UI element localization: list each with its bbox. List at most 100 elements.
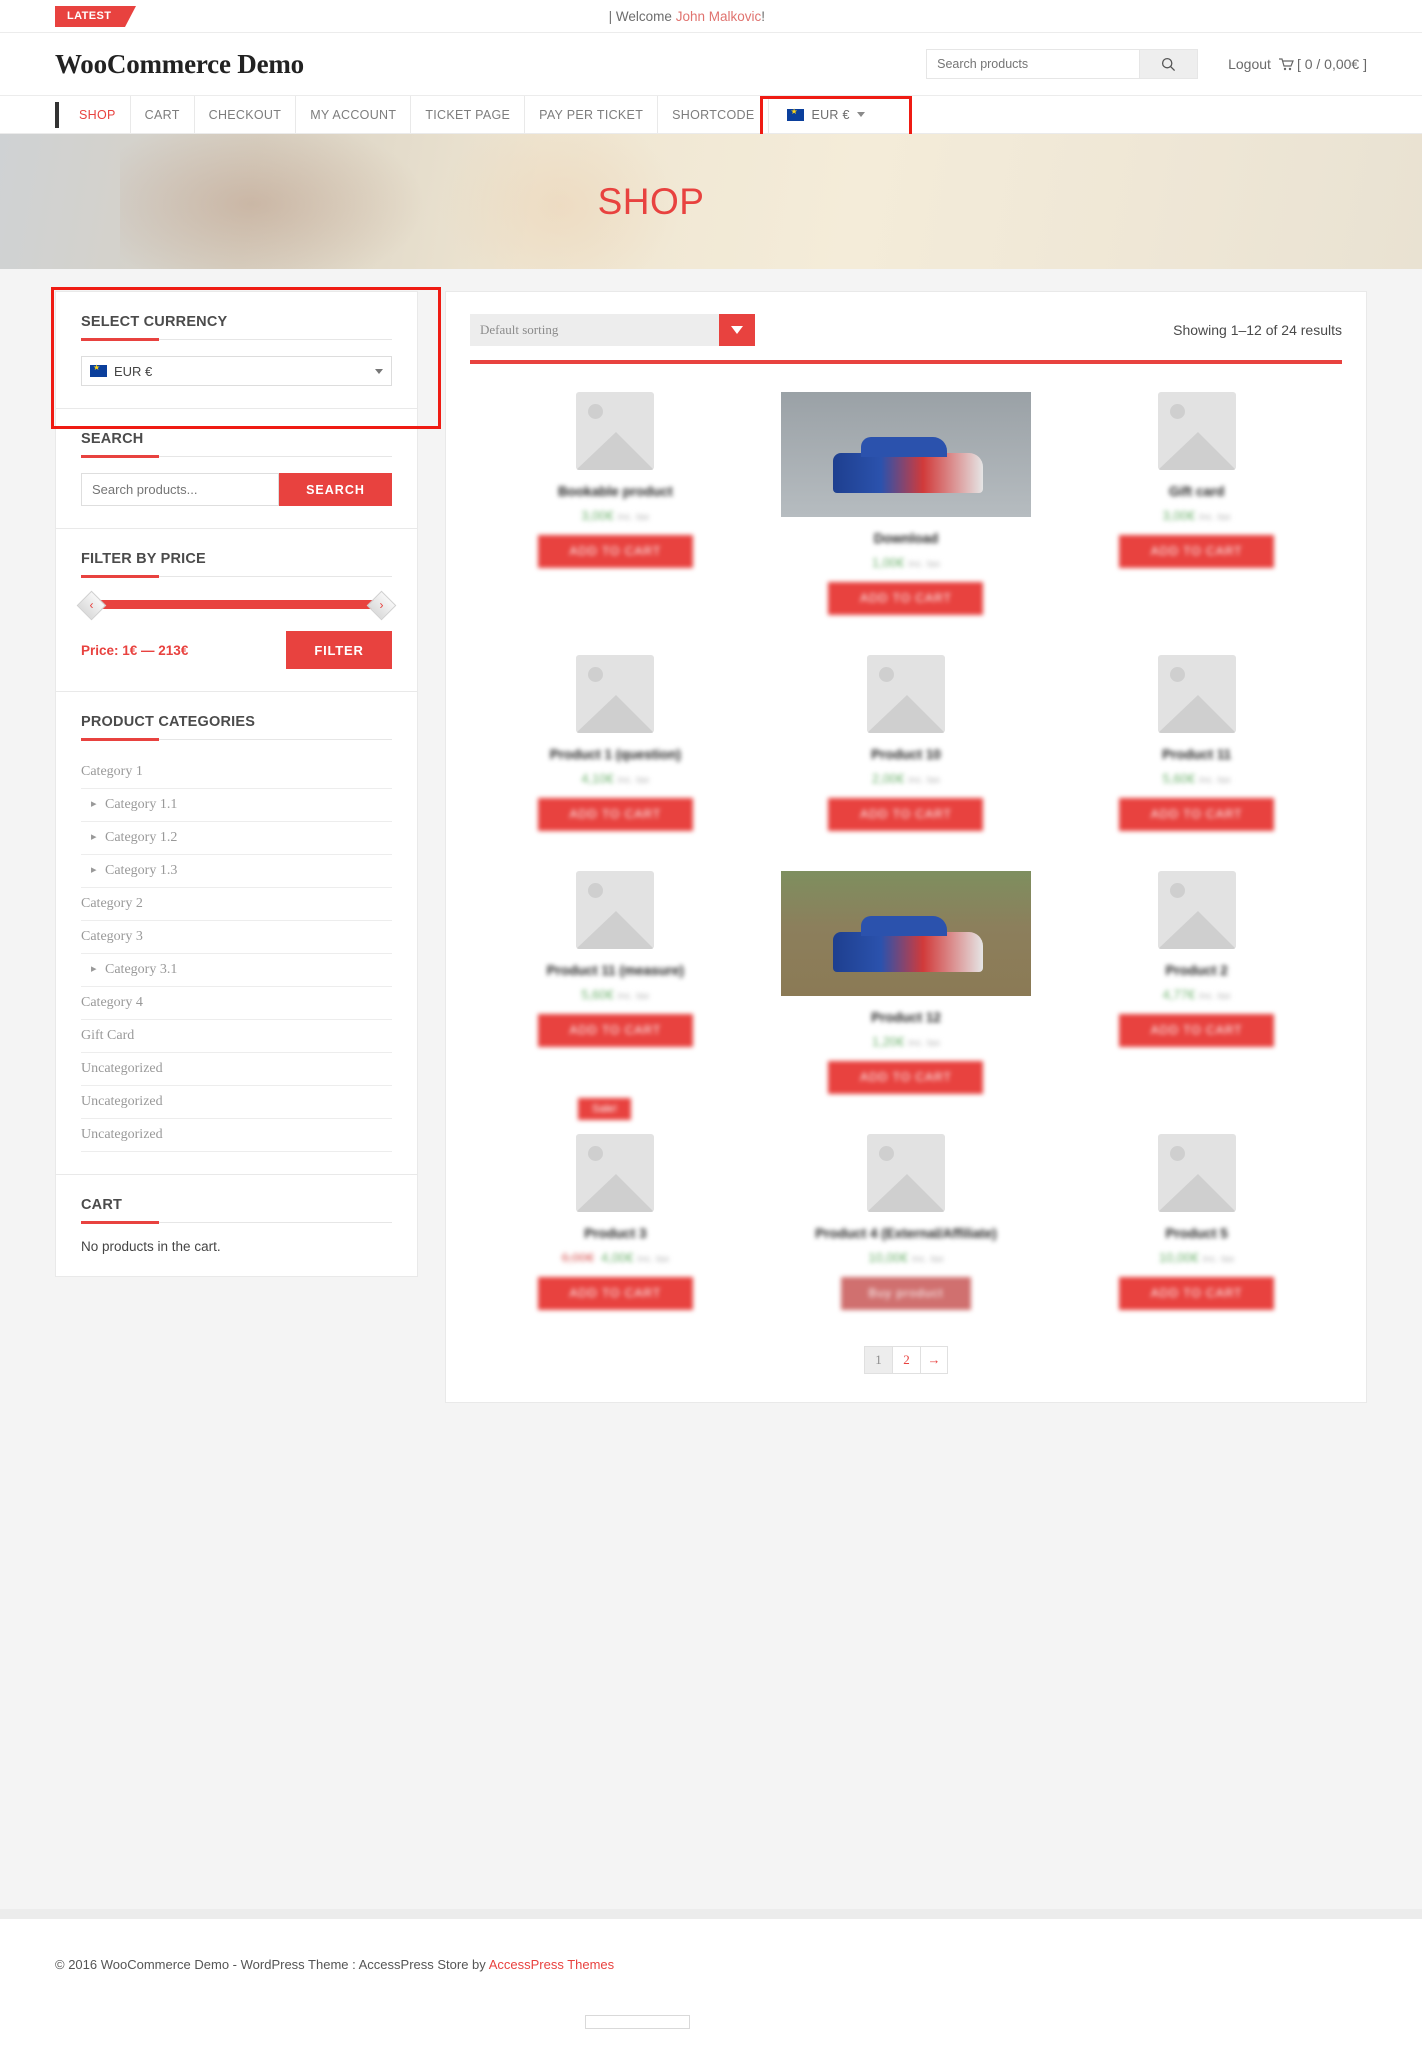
sorting-select[interactable]: Default sorting <box>470 314 755 346</box>
price-filter-button[interactable]: FILTER <box>286 631 392 669</box>
list-item[interactable]: Category 1.3 <box>81 855 392 888</box>
sorting-select-value: Default sorting <box>480 322 559 337</box>
list-item[interactable]: Category 4 <box>81 987 392 1020</box>
add-to-cart-button[interactable]: ADD TO CART <box>828 798 984 831</box>
product-image-placeholder[interactable] <box>1157 871 1236 949</box>
nav-item-cart[interactable]: CART <box>131 96 195 133</box>
category-link[interactable]: Category 1 <box>81 756 392 788</box>
add-to-cart-button[interactable]: ADD TO CART <box>828 582 984 615</box>
add-to-cart-button[interactable]: ADD TO CART <box>1119 535 1275 568</box>
add-to-cart-button[interactable]: ADD TO CART <box>828 1061 984 1094</box>
product-image[interactable] <box>780 871 1031 996</box>
category-link[interactable]: Uncategorized <box>81 1119 392 1151</box>
product-title[interactable]: Product 5 <box>1061 1226 1332 1241</box>
list-item[interactable]: Category 2 <box>81 888 392 921</box>
pagination-page-2[interactable]: 2 <box>892 1346 920 1374</box>
product-card[interactable]: Product 11 5,60€ inc. tax ADD TO CART <box>1051 633 1342 849</box>
header-search-button[interactable] <box>1139 50 1198 78</box>
add-to-cart-button[interactable]: ADD TO CART <box>537 798 693 831</box>
product-card[interactable]: Product 4 (External/Affiliate) 10,00€ inc… <box>761 1112 1052 1328</box>
site-title[interactable]: WooCommerce Demo <box>55 49 304 80</box>
pagination-page-1[interactable]: 1 <box>864 1346 892 1374</box>
nav-item-ticket-page[interactable]: TICKET PAGE <box>411 96 526 133</box>
product-title[interactable]: Bookable product <box>480 484 751 499</box>
pagination-next[interactable]: → <box>920 1346 948 1374</box>
add-to-cart-button[interactable]: ADD TO CART <box>537 535 693 568</box>
list-item[interactable]: Category 1 <box>81 756 392 789</box>
product-card[interactable]: Product 5 10,00€ inc. tax ADD TO CART <box>1051 1112 1342 1328</box>
product-title[interactable]: Product 10 <box>771 747 1042 762</box>
product-card[interactable]: Download 1,00€ inc. tax ADD TO CART <box>761 370 1052 633</box>
product-image-placeholder[interactable] <box>576 871 655 949</box>
product-image-placeholder[interactable] <box>576 655 655 733</box>
buy-product-button[interactable]: Buy product <box>840 1277 971 1310</box>
add-to-cart-button[interactable]: ADD TO CART <box>1119 1014 1275 1047</box>
product-image-placeholder[interactable] <box>1157 655 1236 733</box>
category-link[interactable]: Category 3 <box>81 921 392 953</box>
list-item[interactable]: Uncategorized <box>81 1086 392 1119</box>
currency-select[interactable]: EUR € <box>81 356 392 386</box>
product-card[interactable]: Product 12 1,20€ inc. tax ADD TO CART <box>761 849 1052 1112</box>
price-slider-handle-min[interactable]: ‹ <box>76 590 107 621</box>
list-item[interactable]: Category 3.1 <box>81 954 392 987</box>
product-card[interactable]: Gift card 3,00€ inc. tax ADD TO CART <box>1051 370 1342 633</box>
list-item[interactable]: Uncategorized <box>81 1053 392 1086</box>
nav-item-my-account[interactable]: MY ACCOUNT <box>296 96 412 133</box>
product-title[interactable]: Product 1 (question) <box>480 747 751 762</box>
nav-item-shortcode[interactable]: SHORTCODE <box>658 96 770 133</box>
mini-cart[interactable]: [ 0 / 0,00€ ] <box>1278 56 1367 72</box>
product-title[interactable]: Product 4 (External/Affiliate) <box>771 1226 1042 1241</box>
product-card[interactable]: Bookable product 3,00€ inc. tax ADD TO CA… <box>470 370 761 633</box>
product-title[interactable]: Download <box>771 531 1042 546</box>
product-title[interactable]: Product 11 <box>1061 747 1332 762</box>
category-link[interactable]: Category 1.3 <box>81 855 392 887</box>
product-image-placeholder[interactable] <box>576 1134 655 1212</box>
header-search-input[interactable] <box>927 50 1140 78</box>
product-title[interactable]: Gift card <box>1061 484 1332 499</box>
product-card[interactable]: Product 10 2,00€ inc. tax ADD TO CART <box>761 633 1052 849</box>
product-title[interactable]: Product 12 <box>771 1010 1042 1025</box>
price-range-slider[interactable]: ‹ › <box>76 590 397 621</box>
sidebar-search-button[interactable]: SEARCH <box>279 473 392 506</box>
sorting-select-arrow[interactable] <box>719 314 755 346</box>
category-link[interactable]: Category 1.2 <box>81 822 392 854</box>
product-title[interactable]: Product 11 (measure) <box>480 963 751 978</box>
product-title[interactable]: Product 2 <box>1061 963 1332 978</box>
category-link[interactable]: Uncategorized <box>81 1053 392 1085</box>
add-to-cart-button[interactable]: ADD TO CART <box>537 1277 693 1310</box>
logout-link[interactable]: Logout <box>1228 56 1271 72</box>
product-card[interactable]: Product 1 (question) 4,10€ inc. tax ADD T… <box>470 633 761 849</box>
category-link[interactable]: Category 3.1 <box>81 954 392 986</box>
nav-currency-switcher[interactable]: EUR € <box>769 96 878 133</box>
category-link[interactable]: Category 4 <box>81 987 392 1019</box>
add-to-cart-button[interactable]: ADD TO CART <box>537 1014 693 1047</box>
nav-item-pay-per-ticket[interactable]: PAY PER TICKET <box>525 96 659 133</box>
welcome-username[interactable]: John Malkovic <box>676 9 762 24</box>
product-image[interactable] <box>780 392 1031 517</box>
add-to-cart-button[interactable]: ADD TO CART <box>1119 798 1275 831</box>
category-link[interactable]: Gift Card <box>81 1020 392 1052</box>
nav-item-shop[interactable]: SHOP <box>65 96 131 133</box>
list-item[interactable]: Category 1.1 <box>81 789 392 822</box>
category-link[interactable]: Category 2 <box>81 888 392 920</box>
list-item[interactable]: Uncategorized <box>81 1119 392 1152</box>
category-link[interactable]: Uncategorized <box>81 1086 392 1118</box>
add-to-cart-button[interactable]: ADD TO CART <box>1119 1277 1275 1310</box>
product-image-placeholder[interactable] <box>576 392 655 470</box>
product-image-placeholder[interactable] <box>1157 1134 1236 1212</box>
nav-item-checkout[interactable]: CHECKOUT <box>195 96 297 133</box>
category-link[interactable]: Category 1.1 <box>81 789 392 821</box>
product-image-placeholder[interactable] <box>1157 392 1236 470</box>
list-item[interactable]: Category 1.2 <box>81 822 392 855</box>
product-card[interactable]: Product 11 (measure) 5,60€ inc. tax ADD T… <box>470 849 761 1112</box>
product-image-placeholder[interactable] <box>866 655 945 733</box>
list-item[interactable]: Category 3 <box>81 921 392 954</box>
product-card[interactable]: Sale! Product 3 6,00€ 4,00€ inc. tax ADD T… <box>470 1098 761 1328</box>
sidebar-search-input[interactable] <box>81 473 279 506</box>
price-slider-handle-max[interactable]: › <box>366 590 397 621</box>
product-card[interactable]: Product 2 4,77€ inc. tax ADD TO CART <box>1051 849 1342 1112</box>
list-item[interactable]: Gift Card <box>81 1020 392 1053</box>
product-title[interactable]: Product 3 <box>480 1226 751 1241</box>
footer-theme-link[interactable]: AccessPress Themes <box>489 1957 614 1972</box>
product-image-placeholder[interactable] <box>866 1134 945 1212</box>
